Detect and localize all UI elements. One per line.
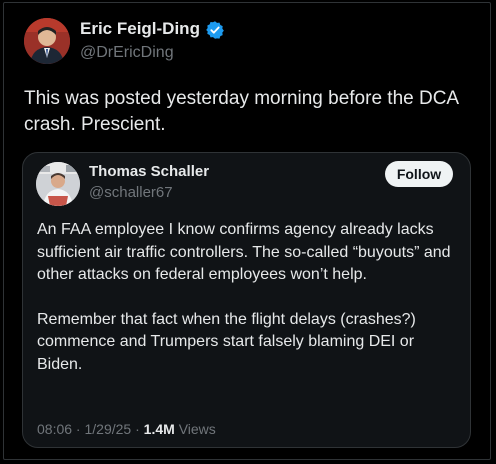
author-handle[interactable]: @DrEricDing: [80, 44, 174, 62]
author-avatar[interactable]: [24, 18, 70, 64]
quoted-post-text: An FAA employee I know confirms agency a…: [37, 219, 462, 376]
quoted-paragraph: Remember that fact when the flight delay…: [37, 310, 416, 373]
quoted-post-meta: 08:06 · 1/29/25 · 1.4M Views: [37, 421, 216, 437]
author-name[interactable]: Eric Feigl-Ding: [80, 19, 200, 39]
verified-badge-icon: [206, 21, 224, 39]
quoted-paragraph: An FAA employee I know confirms agency a…: [37, 221, 451, 283]
quoted-post-card[interactable]: Thomas Schaller @schaller67 Follow An FA…: [22, 152, 471, 448]
meta-separator: ·: [72, 421, 85, 437]
follow-button[interactable]: Follow: [385, 161, 453, 187]
post-text: This was posted yesterday morning before…: [24, 88, 459, 135]
quoted-author-avatar[interactable]: [36, 162, 80, 206]
views-count: 1.4M: [143, 421, 175, 437]
quoted-author-handle[interactable]: @schaller67: [89, 184, 173, 201]
views-label: Views: [178, 421, 216, 437]
post-date[interactable]: 1/29/25: [85, 421, 132, 437]
quoted-author-name[interactable]: Thomas Schaller: [89, 163, 209, 180]
post-time[interactable]: 08:06: [37, 421, 72, 437]
meta-separator: ·: [131, 421, 144, 437]
